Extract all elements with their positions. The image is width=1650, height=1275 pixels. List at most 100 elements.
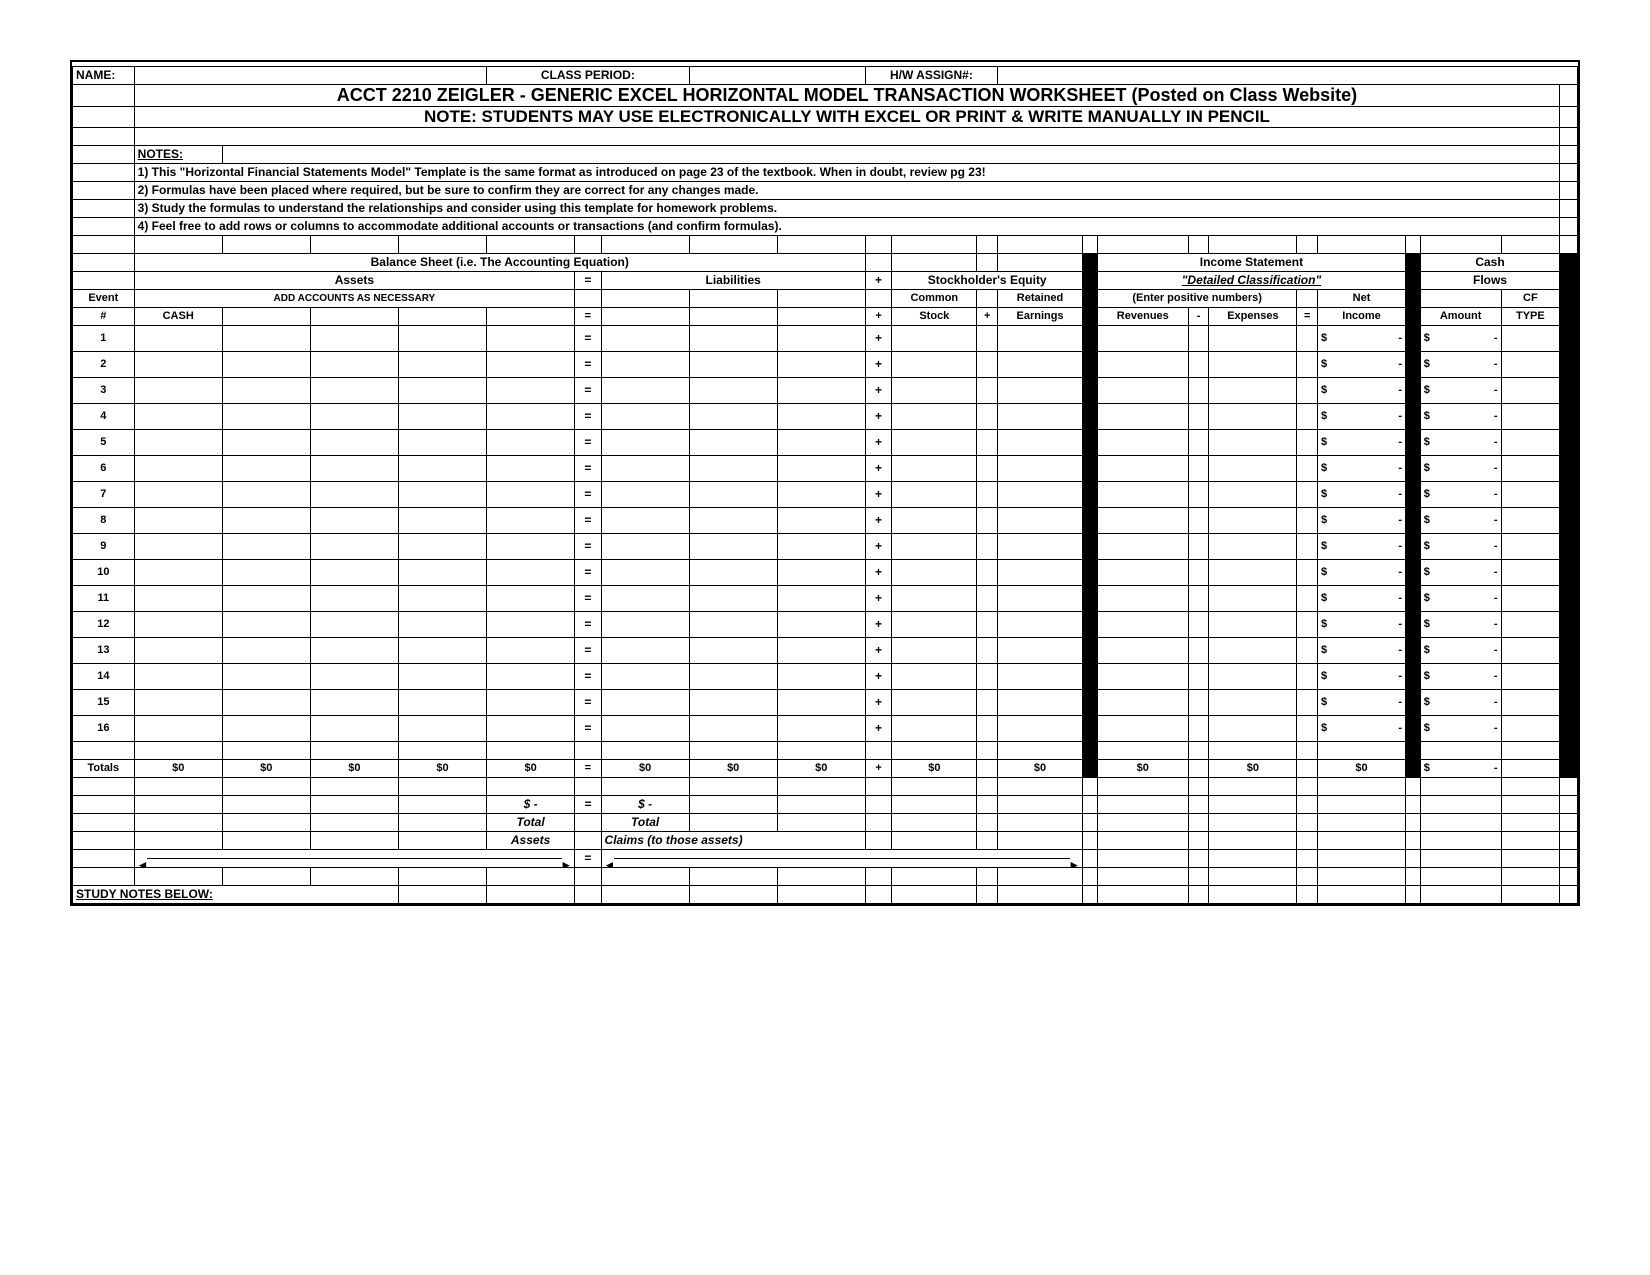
cell[interactable] — [777, 533, 865, 559]
cell[interactable] — [997, 403, 1082, 429]
cell[interactable] — [310, 715, 398, 741]
cell[interactable] — [997, 689, 1082, 715]
cell[interactable] — [487, 507, 575, 533]
cell[interactable] — [310, 325, 398, 351]
cell[interactable] — [310, 533, 398, 559]
cell[interactable] — [689, 429, 777, 455]
cell[interactable] — [134, 351, 222, 377]
cell[interactable] — [892, 455, 977, 481]
cell[interactable] — [487, 611, 575, 637]
cell[interactable] — [487, 455, 575, 481]
cell[interactable] — [1209, 377, 1297, 403]
cell[interactable] — [1209, 325, 1297, 351]
cell[interactable] — [222, 455, 310, 481]
cell[interactable] — [310, 663, 398, 689]
cell[interactable] — [1097, 585, 1188, 611]
cell[interactable] — [1209, 507, 1297, 533]
cell[interactable] — [997, 351, 1082, 377]
cell[interactable] — [997, 715, 1082, 741]
cell[interactable] — [222, 533, 310, 559]
cell[interactable] — [1097, 559, 1188, 585]
cell[interactable] — [1097, 689, 1188, 715]
cell[interactable] — [777, 611, 865, 637]
cell[interactable] — [689, 715, 777, 741]
cell[interactable] — [1501, 715, 1560, 741]
cell[interactable] — [398, 377, 486, 403]
cell[interactable] — [1209, 585, 1297, 611]
cell[interactable] — [1501, 377, 1560, 403]
cell[interactable] — [1209, 689, 1297, 715]
cell[interactable] — [777, 455, 865, 481]
cell[interactable] — [689, 351, 777, 377]
cell[interactable] — [689, 663, 777, 689]
cell[interactable] — [1209, 351, 1297, 377]
cell[interactable] — [1501, 559, 1560, 585]
cell[interactable] — [777, 715, 865, 741]
cell[interactable] — [777, 351, 865, 377]
cell[interactable] — [222, 663, 310, 689]
cell[interactable] — [1501, 403, 1560, 429]
cell[interactable] — [222, 715, 310, 741]
cell[interactable] — [222, 637, 310, 663]
cell[interactable] — [601, 377, 689, 403]
cell[interactable] — [892, 377, 977, 403]
cell[interactable] — [1501, 429, 1560, 455]
cell[interactable] — [134, 559, 222, 585]
cell[interactable] — [997, 663, 1082, 689]
cell[interactable] — [487, 351, 575, 377]
cell[interactable] — [310, 351, 398, 377]
cell[interactable] — [997, 559, 1082, 585]
cell[interactable] — [222, 351, 310, 377]
cell[interactable] — [892, 559, 977, 585]
cell[interactable] — [1097, 325, 1188, 351]
cell[interactable] — [398, 533, 486, 559]
cell[interactable] — [1501, 351, 1560, 377]
cell[interactable] — [997, 507, 1082, 533]
cell[interactable] — [1209, 559, 1297, 585]
cell[interactable] — [1097, 533, 1188, 559]
cell[interactable] — [997, 481, 1082, 507]
cell[interactable] — [777, 559, 865, 585]
cell[interactable] — [134, 533, 222, 559]
cell[interactable] — [1097, 351, 1188, 377]
cell[interactable] — [1209, 715, 1297, 741]
cell[interactable] — [222, 689, 310, 715]
cell[interactable] — [398, 637, 486, 663]
cell[interactable] — [398, 325, 486, 351]
cell[interactable] — [222, 611, 310, 637]
cell[interactable] — [1209, 403, 1297, 429]
cell[interactable] — [689, 585, 777, 611]
cell[interactable] — [310, 429, 398, 455]
cell[interactable] — [487, 403, 575, 429]
cell[interactable] — [310, 507, 398, 533]
cell[interactable] — [487, 429, 575, 455]
cell[interactable] — [892, 481, 977, 507]
cell[interactable] — [1209, 663, 1297, 689]
cell[interactable] — [1097, 663, 1188, 689]
cell[interactable] — [487, 325, 575, 351]
cell[interactable] — [487, 481, 575, 507]
cell[interactable] — [487, 689, 575, 715]
cell[interactable] — [134, 455, 222, 481]
cell[interactable] — [601, 637, 689, 663]
cell[interactable] — [1501, 611, 1560, 637]
cell[interactable] — [310, 403, 398, 429]
cell[interactable] — [1209, 455, 1297, 481]
cell[interactable] — [601, 403, 689, 429]
cell[interactable] — [777, 377, 865, 403]
cell[interactable] — [398, 663, 486, 689]
cell[interactable] — [398, 481, 486, 507]
cell[interactable] — [1501, 689, 1560, 715]
cell[interactable] — [892, 429, 977, 455]
cell[interactable] — [997, 611, 1082, 637]
cell[interactable] — [601, 559, 689, 585]
cell[interactable] — [310, 637, 398, 663]
cell[interactable] — [310, 455, 398, 481]
cell[interactable] — [134, 637, 222, 663]
cell[interactable] — [601, 611, 689, 637]
cell[interactable] — [777, 429, 865, 455]
cell[interactable] — [134, 325, 222, 351]
cell[interactable] — [1097, 429, 1188, 455]
cell[interactable] — [1501, 455, 1560, 481]
cell[interactable] — [997, 455, 1082, 481]
